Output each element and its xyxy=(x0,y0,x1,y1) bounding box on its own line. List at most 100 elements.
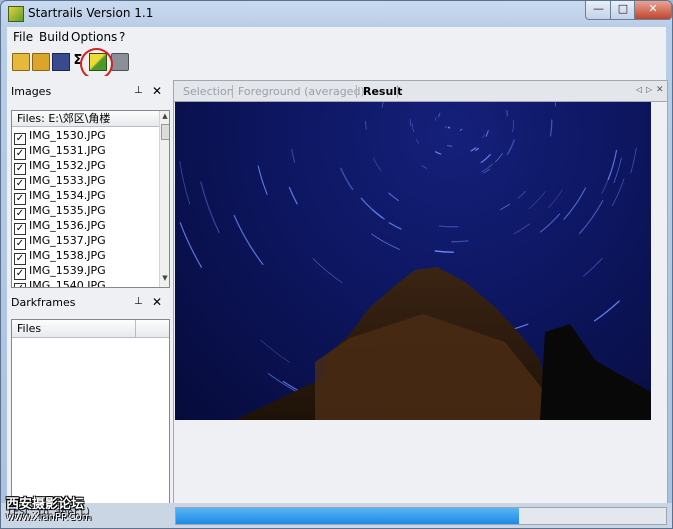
watermark-title: 西安摄影论坛 xyxy=(6,497,85,512)
progress-fill xyxy=(176,508,519,524)
file-list-item[interactable]: ✓IMG_1540.JPG xyxy=(14,278,106,288)
star-trail xyxy=(630,147,637,174)
file-list-item[interactable]: ✓ IMG_1532.JPG xyxy=(14,158,106,175)
title-bar[interactable]: Startrails Version 1.1 — □ ✕ xyxy=(1,1,672,27)
save-icon[interactable] xyxy=(52,53,70,71)
star-trail xyxy=(528,191,546,210)
images-panel-title: Images xyxy=(11,85,52,98)
vertical-scrollbar[interactable]: ▲ ▼ xyxy=(159,111,169,287)
menu-bar: File Build Options ? xyxy=(7,27,666,46)
watermark-url: www.XianPP.Com xyxy=(6,512,92,523)
client-area: Images ⊥ ✕ Files: E:\郊区\角楼 ✓ IMG_1530.JPG… xyxy=(7,76,668,527)
star-trail xyxy=(578,200,604,235)
open-icon[interactable] xyxy=(12,53,30,71)
file-name: IMG_1540.JPG xyxy=(29,279,106,288)
file-name: IMG_1533.JPG xyxy=(29,174,106,187)
star-trail xyxy=(513,223,531,235)
star-trail xyxy=(583,258,603,277)
menu-file[interactable]: File xyxy=(13,30,33,44)
star-trail xyxy=(372,157,382,172)
star-trail xyxy=(365,120,367,130)
file-list-item[interactable]: ✓ IMG_1539.JPG xyxy=(14,263,106,280)
star-trail xyxy=(548,189,563,208)
star-trail xyxy=(494,153,503,163)
star-trail xyxy=(512,120,514,133)
startrails-app-icon xyxy=(8,6,24,22)
tab-foreground[interactable]: Foreground (averaged) xyxy=(238,85,365,98)
tab-separator xyxy=(232,85,233,98)
star-trail xyxy=(517,190,526,199)
tab-separator xyxy=(397,85,398,98)
menu-build[interactable]: Build xyxy=(39,30,69,44)
pin-icon[interactable]: ⊥ xyxy=(134,296,143,307)
file-name: IMG_1530.JPG xyxy=(29,129,106,142)
menu-help[interactable]: ? xyxy=(119,30,125,44)
star-trail xyxy=(434,151,442,155)
file-list-item[interactable]: ✓ IMG_1537.JPG xyxy=(14,233,106,250)
tab-strip: Selection Foreground (averaged) Result ◁… xyxy=(174,81,667,102)
star-trail xyxy=(438,112,441,118)
open-folder-icon[interactable] xyxy=(32,53,50,71)
files-column-header[interactable]: Files: E:\郊区\角楼 xyxy=(12,111,159,127)
scroll-down-icon[interactable]: ▼ xyxy=(160,274,169,282)
video-icon[interactable] xyxy=(111,53,129,71)
file-name: IMG_1532.JPG xyxy=(29,159,106,172)
tab-close-icon[interactable]: ✕ xyxy=(656,85,664,95)
tab-scroll-left-icon[interactable]: ◁ xyxy=(636,85,642,94)
darkframes-files-column[interactable]: Files xyxy=(12,320,136,337)
close-icon[interactable]: ✕ xyxy=(152,295,162,309)
file-list-item[interactable]: ✓ IMG_1533.JPG xyxy=(14,173,106,190)
star-trail xyxy=(291,148,296,163)
star-trail xyxy=(388,192,399,202)
darkframes-list[interactable]: Files xyxy=(11,319,170,505)
star-trail xyxy=(257,165,268,195)
tab-selection[interactable]: Selection xyxy=(183,85,234,98)
star-trail xyxy=(179,222,203,268)
startrails-result-image xyxy=(175,102,651,420)
document-area: Selection Foreground (averaged) Result ◁… xyxy=(173,80,668,504)
file-list-item[interactable]: ✓ IMG_1534.JPG xyxy=(14,188,106,205)
minimize-button[interactable]: — xyxy=(585,1,612,20)
maximize-button[interactable]: □ xyxy=(610,1,636,20)
pin-icon[interactable]: ⊥ xyxy=(134,85,143,96)
star-trail xyxy=(554,102,557,107)
tab-scroll-right-icon[interactable]: ▷ xyxy=(646,85,652,94)
star-trail xyxy=(607,149,618,181)
star-trail xyxy=(480,154,491,164)
star-trail xyxy=(381,102,384,108)
star-trail xyxy=(593,300,620,322)
scroll-up-icon[interactable]: ▲ xyxy=(160,112,169,120)
menu-options[interactable]: Options xyxy=(71,30,117,44)
file-name: IMG_1534.JPG xyxy=(29,189,106,202)
startrails-photo xyxy=(175,102,651,420)
star-trail xyxy=(233,215,264,266)
file-list-item[interactable]: ✓ IMG_1531.JPG xyxy=(14,143,106,160)
star-trail xyxy=(421,165,428,169)
file-list-item[interactable]: ✓ IMG_1530.JPG xyxy=(14,128,106,145)
star-trail xyxy=(360,197,385,220)
star-trail xyxy=(415,138,420,144)
star-trail xyxy=(446,145,453,147)
app-window: Startrails Version 1.1 — □ ✕ File Build … xyxy=(0,0,673,529)
window-title: Startrails Version 1.1 xyxy=(28,6,154,20)
star-trail xyxy=(411,122,414,133)
file-name: IMG_1535.JPG xyxy=(29,204,106,217)
star-trail xyxy=(506,139,515,156)
star-trail xyxy=(451,240,469,243)
scroll-thumb[interactable] xyxy=(161,124,169,140)
file-list-item[interactable]: ✓ IMG_1536.JPG xyxy=(14,218,106,235)
star-trail xyxy=(288,186,298,205)
file-name: IMG_1538.JPG xyxy=(29,249,106,262)
star-trail xyxy=(434,250,455,253)
close-icon[interactable]: ✕ xyxy=(152,84,162,98)
darkframes-panel-header: Darkframes ⊥ ✕ xyxy=(7,294,169,312)
file-list-item[interactable]: ✓ IMG_1538.JPG xyxy=(14,248,106,265)
star-trail xyxy=(175,102,180,111)
star-trail xyxy=(475,147,480,151)
images-list[interactable]: Files: E:\郊区\角楼 ✓ IMG_1530.JPG ✓ IMG_1531.J… xyxy=(11,110,170,288)
watermark: 西安摄影论坛 www.XianPP.Com xyxy=(6,493,106,523)
file-list-item[interactable]: ✓ IMG_1535.JPG xyxy=(14,203,106,220)
close-button[interactable]: ✕ xyxy=(634,1,672,20)
file-name: IMG_1537.JPG xyxy=(29,234,106,247)
file-checkbox[interactable]: ✓ xyxy=(14,283,26,287)
